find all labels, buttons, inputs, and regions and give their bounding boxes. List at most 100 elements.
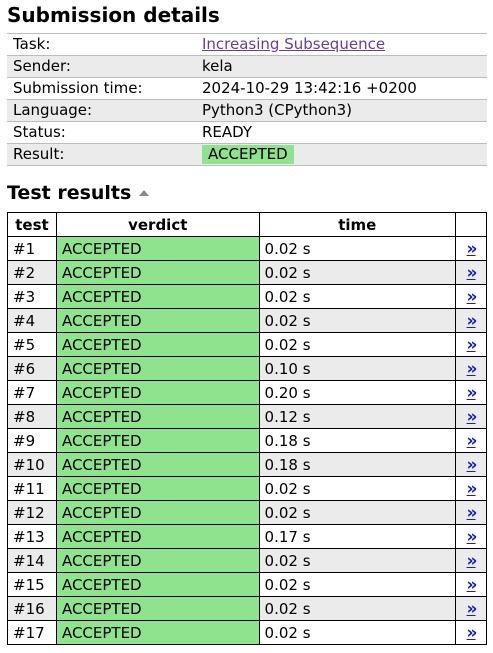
time-cell: 0.02 s — [258, 572, 457, 597]
table-row: #16 ACCEPTED 0.02 s » — [7, 596, 487, 621]
test-number: #4 — [7, 308, 57, 333]
test-number: #1 — [7, 236, 57, 261]
double-chevron-right-icon[interactable]: » — [467, 263, 478, 283]
link-cell: » — [455, 524, 487, 549]
column-header-test: test — [7, 212, 57, 237]
time-cell: 0.02 s — [258, 476, 457, 501]
double-chevron-right-icon[interactable]: » — [467, 479, 478, 499]
double-chevron-right-icon[interactable]: » — [467, 599, 478, 619]
table-row: #3 ACCEPTED 0.02 s » — [7, 284, 487, 309]
status-label: Status: — [7, 121, 196, 144]
link-cell: » — [455, 332, 487, 357]
double-chevron-right-icon[interactable]: » — [467, 503, 478, 523]
verdict-cell: ACCEPTED — [55, 236, 260, 261]
page-title: Submission details — [7, 3, 220, 27]
task-link[interactable]: Increasing Subsequence — [202, 35, 385, 53]
verdict-cell: ACCEPTED — [55, 404, 260, 429]
verdict-cell: ACCEPTED — [55, 620, 260, 645]
verdict-cell: ACCEPTED — [55, 596, 260, 621]
time-cell: 0.18 s — [258, 428, 457, 453]
time-cell: 0.02 s — [258, 596, 457, 621]
time-cell: 0.02 s — [258, 284, 457, 309]
results-body: #1 ACCEPTED 0.02 s» #2 ACCEPTED 0.02 s» #3 ACCE… — [7, 236, 487, 645]
time-cell: 0.02 s — [258, 500, 457, 525]
verdict-cell: ACCEPTED — [55, 428, 260, 453]
link-cell: » — [455, 356, 487, 381]
table-row: #10 ACCEPTED 0.18 s » — [7, 452, 487, 477]
table-row: #4 ACCEPTED 0.02 s » — [7, 308, 487, 333]
result-label: Result: — [7, 143, 196, 166]
double-chevron-right-icon[interactable]: » — [467, 527, 478, 547]
verdict-cell: ACCEPTED — [55, 548, 260, 573]
verdict-cell: ACCEPTED — [55, 380, 260, 405]
details-row-task: Task: Increasing Subsequence — [7, 33, 487, 56]
language-label: Language: — [7, 99, 196, 122]
time-cell: 0.18 s — [258, 452, 457, 477]
link-cell: » — [455, 500, 487, 525]
verdict-cell: ACCEPTED — [55, 572, 260, 597]
results-header-row: test verdict time — [7, 212, 487, 237]
status-value: READY — [196, 121, 487, 144]
link-cell: » — [455, 428, 487, 453]
column-header-verdict: verdict — [55, 212, 260, 237]
test-number: #8 — [7, 404, 57, 429]
details-row-sender: Sender: kela — [7, 55, 487, 78]
link-cell: » — [455, 260, 487, 285]
verdict-cell: ACCEPTED — [55, 332, 260, 357]
time-cell: 0.12 s — [258, 404, 457, 429]
table-row: #7 ACCEPTED 0.20 s » — [7, 380, 487, 405]
double-chevron-right-icon[interactable]: » — [467, 431, 478, 451]
double-chevron-right-icon[interactable]: » — [467, 239, 478, 259]
test-results-title: Test results — [7, 182, 132, 204]
verdict-cell: ACCEPTED — [55, 524, 260, 549]
double-chevron-right-icon[interactable]: » — [467, 359, 478, 379]
test-number: #3 — [7, 284, 57, 309]
test-results-heading[interactable]: Test results — [7, 182, 150, 204]
submission-time-value: 2024-10-29 13:42:16 +0200 — [196, 77, 487, 100]
column-header-link — [455, 212, 487, 237]
submission-details-table: Task: Increasing Subsequence Sender: kel… — [7, 33, 487, 166]
details-row-status: Status: READY — [7, 121, 487, 144]
triangle-up-icon[interactable] — [139, 190, 150, 196]
test-number: #2 — [7, 260, 57, 285]
link-cell: » — [455, 236, 487, 261]
result-value-cell: ACCEPTED — [196, 143, 487, 166]
link-cell: » — [455, 380, 487, 405]
table-row: #8 ACCEPTED 0.12 s » — [7, 404, 487, 429]
verdict-cell: ACCEPTED — [55, 476, 260, 501]
test-number: #14 — [7, 548, 57, 573]
table-row: #12 ACCEPTED 0.02 s » — [7, 500, 487, 525]
double-chevron-right-icon[interactable]: » — [467, 623, 478, 643]
test-number: #7 — [7, 380, 57, 405]
test-number: #17 — [7, 620, 57, 645]
test-results-table: test verdict time #1 ACCEPTED 0.02 s» #2 ACC… — [7, 212, 487, 645]
sender-label: Sender: — [7, 55, 196, 78]
double-chevron-right-icon[interactable]: » — [467, 455, 478, 475]
test-number: #12 — [7, 500, 57, 525]
double-chevron-right-icon[interactable]: » — [467, 287, 478, 307]
test-number: #5 — [7, 332, 57, 357]
double-chevron-right-icon[interactable]: » — [467, 407, 478, 427]
table-row: #15 ACCEPTED 0.02 s » — [7, 572, 487, 597]
double-chevron-right-icon[interactable]: » — [467, 551, 478, 571]
double-chevron-right-icon[interactable]: » — [467, 335, 478, 355]
double-chevron-right-icon[interactable]: » — [467, 311, 478, 331]
table-row: #1 ACCEPTED 0.02 s » — [7, 236, 487, 261]
submission-time-label: Submission time: — [7, 77, 196, 100]
test-number: #15 — [7, 572, 57, 597]
link-cell: » — [455, 452, 487, 477]
verdict-cell: ACCEPTED — [55, 260, 260, 285]
double-chevron-right-icon[interactable]: » — [467, 383, 478, 403]
link-cell: » — [455, 308, 487, 333]
time-cell: 0.02 s — [258, 236, 457, 261]
sender-value: kela — [196, 55, 487, 78]
table-row: #11 ACCEPTED 0.02 s » — [7, 476, 487, 501]
double-chevron-right-icon[interactable]: » — [467, 575, 478, 595]
time-cell: 0.02 s — [258, 620, 457, 645]
time-cell: 0.17 s — [258, 524, 457, 549]
table-row: #17 ACCEPTED 0.02 s » — [7, 620, 487, 645]
table-row: #13 ACCEPTED 0.17 s » — [7, 524, 487, 549]
table-row: #6 ACCEPTED 0.10 s » — [7, 356, 487, 381]
test-number: #10 — [7, 452, 57, 477]
details-row-result: Result: ACCEPTED — [7, 143, 487, 166]
